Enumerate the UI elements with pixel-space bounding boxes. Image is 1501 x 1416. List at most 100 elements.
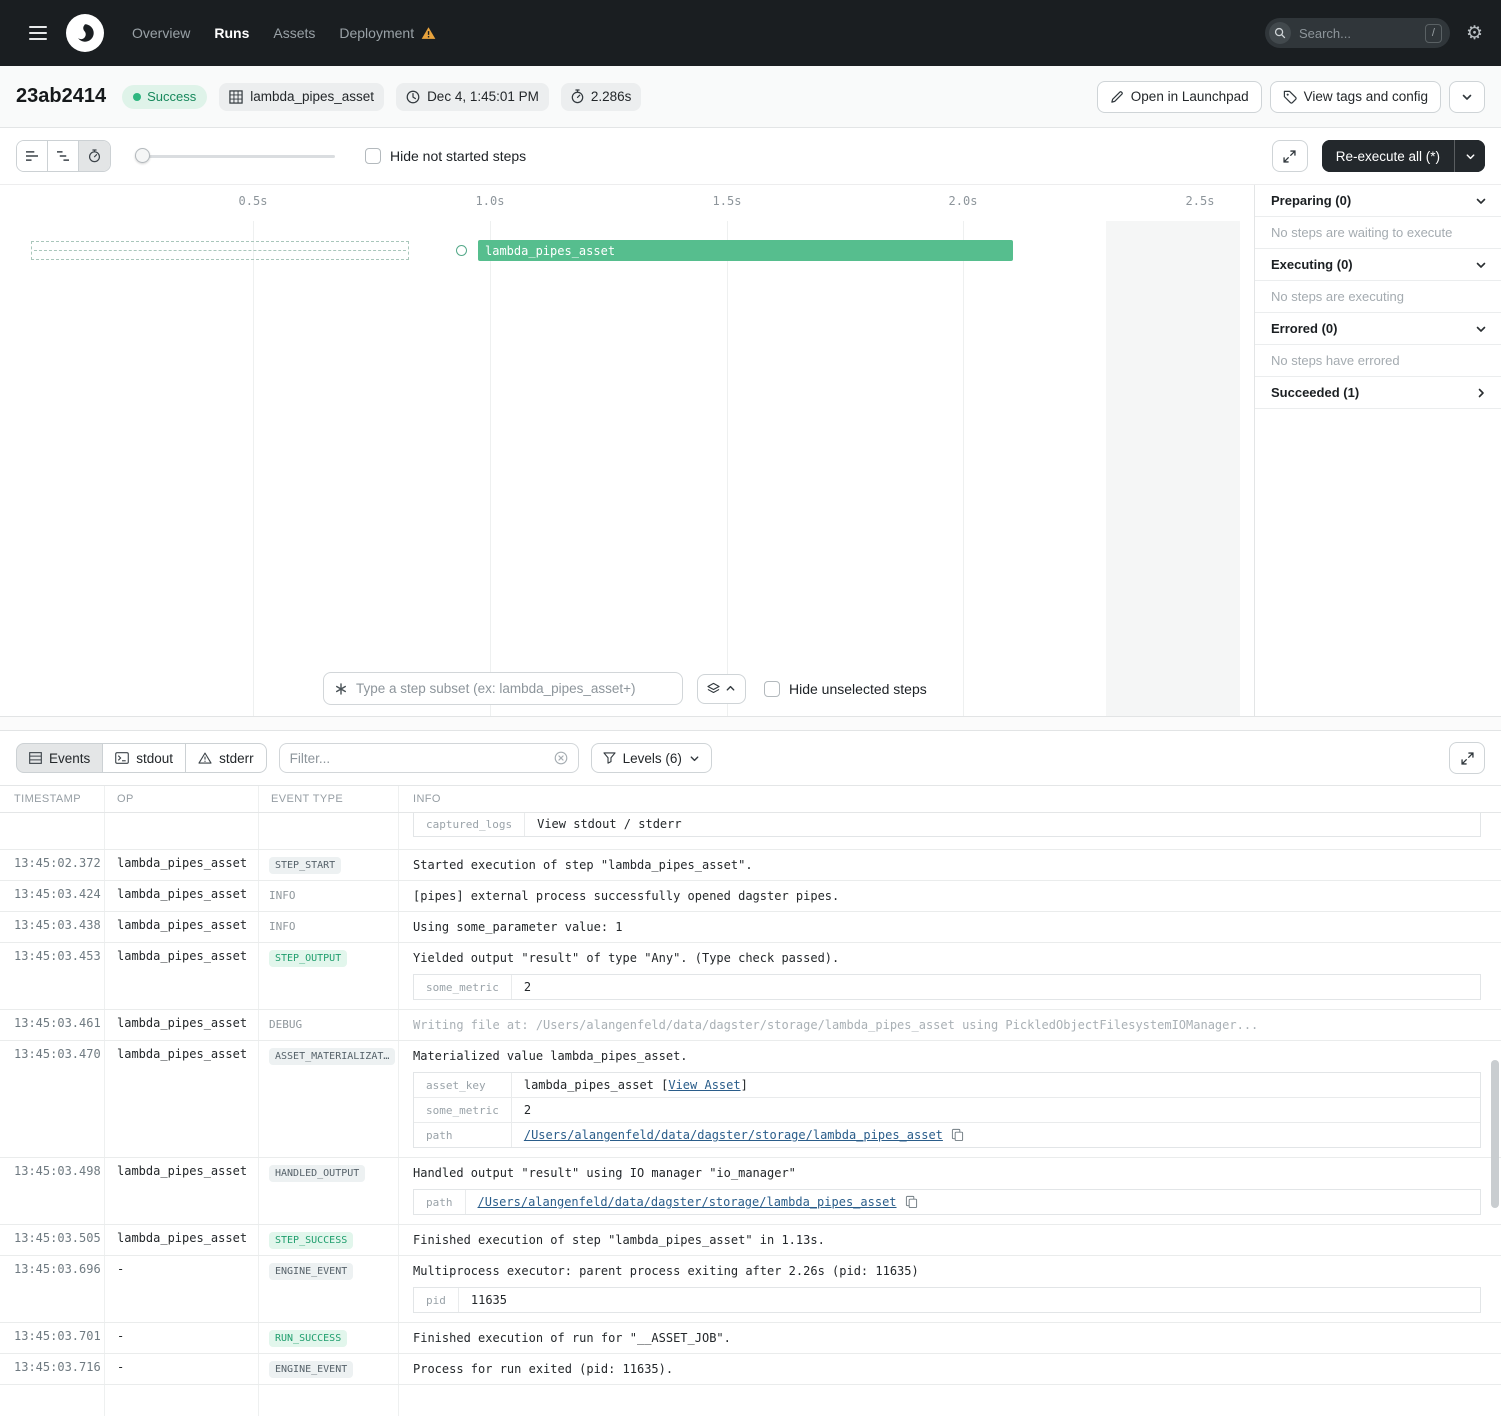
duration-label: 2.286s — [591, 89, 632, 104]
checkbox-box[interactable] — [365, 148, 381, 164]
log-filter-input[interactable]: Filter... — [279, 743, 579, 773]
status-section-label: Executing (0) — [1271, 257, 1353, 272]
run-id: 23ab2414 — [16, 85, 106, 108]
settings-button[interactable]: ⚙ — [1466, 24, 1483, 43]
gantt-view-toggle — [16, 140, 111, 172]
log-op[interactable]: lambda_pipes_asset — [105, 1158, 259, 1224]
zoom-slider-knob[interactable] — [135, 148, 150, 163]
waterfall-view-icon — [56, 150, 70, 162]
event-type-badge[interactable]: HANDLED_OUTPUT — [269, 1165, 365, 1182]
levels-dropdown[interactable]: Levels (6) — [591, 743, 712, 773]
log-event-type-cell: ASSET_MATERIALIZAT… — [259, 1041, 399, 1157]
log-timestamp[interactable]: 13:45:03.498 — [0, 1158, 105, 1224]
zoom-slider[interactable] — [135, 141, 335, 171]
event-type-badge[interactable]: ENGINE_EVENT — [269, 1361, 353, 1378]
status-section-executing[interactable]: Executing (0) — [1255, 249, 1501, 281]
dagster-logo-icon[interactable] — [66, 14, 104, 52]
view-tags-config-label: View tags and config — [1304, 89, 1428, 104]
job-chip[interactable]: lambda_pipes_asset — [219, 83, 384, 111]
waterfall-view-button[interactable] — [48, 141, 79, 171]
view-tags-config-button[interactable]: View tags and config — [1270, 81, 1441, 113]
log-timestamp[interactable]: 13:45:03.716 — [0, 1354, 105, 1384]
metadata-link[interactable]: View Asset — [668, 1078, 740, 1092]
log-row: 13:45:03.453lambda_pipes_asset STEP_OUTPU… — [0, 943, 1501, 1010]
log-info-cell: Started execution of step "lambda_pipes_… — [399, 850, 1501, 880]
gantt-toolbar: Hide not started steps Re-execute all (*… — [0, 128, 1501, 185]
metadata-link[interactable]: /Users/alangenfeld/data/dagster/storage/… — [478, 1195, 897, 1209]
log-timestamp[interactable]: 13:45:03.696 — [0, 1256, 105, 1322]
log-event-type-cell: INFO — [259, 912, 399, 942]
log-timestamp[interactable]: 13:45:03.453 — [0, 943, 105, 1009]
metadata-row: some_metric2 — [414, 1097, 1480, 1122]
status-empty-text: No steps are waiting to execute — [1255, 217, 1501, 249]
log-timestamp[interactable]: 13:45:03.701 — [0, 1323, 105, 1353]
nav-item-runs[interactable]: Runs — [214, 25, 249, 41]
event-type-badge[interactable]: ASSET_MATERIALIZAT… — [269, 1048, 395, 1065]
re-execute-all-button[interactable]: Re-execute all (*) — [1322, 140, 1455, 172]
metadata-text: 2 — [524, 1103, 531, 1117]
metadata-table: pid11635 — [413, 1287, 1481, 1313]
log-message: Yielded output "result" of type "Any". (… — [413, 949, 1487, 967]
search-input[interactable]: Search... / — [1265, 18, 1450, 48]
log-op[interactable]: lambda_pipes_asset — [105, 1225, 259, 1255]
search-placeholder: Search... — [1299, 26, 1351, 41]
log-timestamp[interactable]: 13:45:03.424 — [0, 881, 105, 911]
log-event-type-cell — [259, 1385, 399, 1416]
log-timestamp[interactable]: 13:45:03.470 — [0, 1041, 105, 1157]
hide-not-started-checkbox[interactable]: Hide not started steps — [365, 148, 526, 164]
event-type-badge[interactable]: RUN_SUCCESS — [269, 1330, 347, 1347]
tab-events[interactable]: Events — [16, 743, 103, 773]
metadata-key: pid — [414, 1288, 459, 1312]
status-section-preparing[interactable]: Preparing (0) — [1255, 185, 1501, 217]
clear-filter-icon[interactable] — [554, 751, 568, 765]
status-section-succeeded[interactable]: Succeeded (1) — [1255, 377, 1501, 409]
log-row: 13:45:03.461lambda_pipes_assetDEBUGWriti… — [0, 1010, 1501, 1041]
timed-view-button[interactable] — [79, 141, 110, 171]
step-subset-input[interactable]: Type a step subset (ex: lambda_pipes_ass… — [323, 672, 683, 705]
log-timestamp[interactable]: 13:45:03.461 — [0, 1010, 105, 1040]
log-op[interactable]: lambda_pipes_asset — [105, 912, 259, 942]
menu-button[interactable] — [18, 13, 58, 53]
event-type-badge[interactable]: STEP_SUCCESS — [269, 1232, 353, 1249]
log-scrollbar[interactable] — [1491, 1060, 1499, 1208]
nav-item-deployment[interactable]: Deployment — [339, 25, 436, 41]
logs-fullscreen-button[interactable] — [1449, 742, 1485, 774]
event-type-badge[interactable]: STEP_OUTPUT — [269, 950, 347, 967]
gantt-step-bar[interactable]: lambda_pipes_asset — [478, 240, 1013, 261]
checkbox-box[interactable] — [764, 681, 780, 697]
event-type-badge[interactable]: ENGINE_EVENT — [269, 1263, 353, 1280]
log-op[interactable]: lambda_pipes_asset — [105, 850, 259, 880]
log-timestamp[interactable]: 13:45:03.438 — [0, 912, 105, 942]
panel-resize-handle[interactable] — [0, 716, 1501, 731]
event-type-badge[interactable]: STEP_START — [269, 857, 341, 874]
re-execute-dropdown[interactable] — [1455, 140, 1485, 172]
run-actions-dropdown[interactable] — [1449, 81, 1485, 113]
tab-stderr[interactable]: stderr — [185, 743, 267, 773]
status-section-label: Succeeded (1) — [1271, 385, 1359, 400]
log-info-cell: Multiprocess executor: parent process ex… — [399, 1256, 1501, 1322]
copy-icon[interactable] — [905, 1195, 918, 1208]
log-toolbar: Eventsstdoutstderr Filter... Levels (6) — [0, 731, 1501, 785]
open-launchpad-label: Open in Launchpad — [1131, 89, 1249, 104]
chevron-down-icon — [1475, 259, 1487, 271]
open-launchpad-button[interactable]: Open in Launchpad — [1097, 81, 1262, 113]
gantt-fullscreen-button[interactable] — [1272, 140, 1308, 172]
log-timestamp[interactable]: 13:45:03.505 — [0, 1225, 105, 1255]
log-event-type-cell: ENGINE_EVENT — [259, 1256, 399, 1322]
layers-icon — [707, 682, 720, 695]
event-type-badge: DEBUG — [269, 1015, 302, 1034]
log-timestamp[interactable]: 13:45:02.372 — [0, 850, 105, 880]
log-op[interactable]: lambda_pipes_asset — [105, 1010, 259, 1040]
log-op[interactable]: lambda_pipes_asset — [105, 1041, 259, 1157]
flat-view-button[interactable] — [17, 141, 48, 171]
status-section-errored[interactable]: Errored (0) — [1255, 313, 1501, 345]
graph-options-button[interactable] — [697, 674, 746, 704]
nav-item-overview[interactable]: Overview — [132, 25, 190, 41]
tab-stdout[interactable]: stdout — [102, 743, 186, 773]
nav-item-assets[interactable]: Assets — [273, 25, 315, 41]
hide-unselected-checkbox[interactable]: Hide unselected steps — [764, 681, 927, 697]
log-op[interactable]: lambda_pipes_asset — [105, 881, 259, 911]
log-op[interactable]: lambda_pipes_asset — [105, 943, 259, 1009]
metadata-link[interactable]: /Users/alangenfeld/data/dagster/storage/… — [524, 1128, 943, 1142]
copy-icon[interactable] — [951, 1128, 964, 1141]
